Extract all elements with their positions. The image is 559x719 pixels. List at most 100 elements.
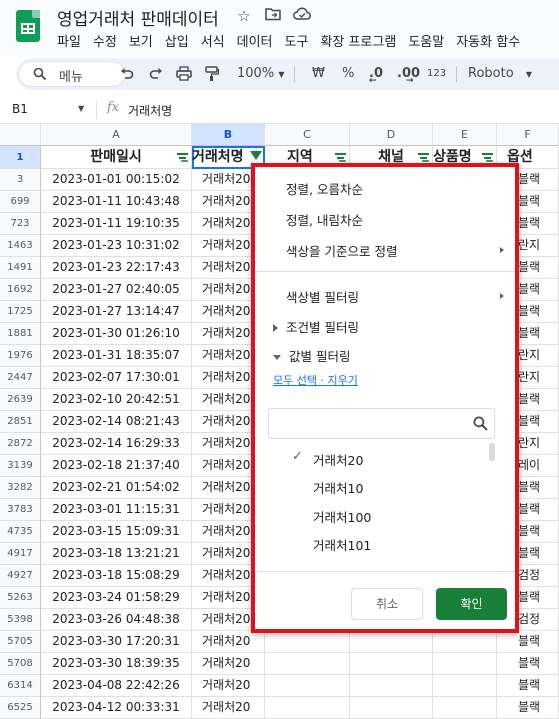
menu-tools[interactable]: 도구 <box>285 31 316 50</box>
column-header-a[interactable]: A <box>41 124 192 146</box>
filter-by-color-item[interactable]: 색상별 필터링 <box>286 287 512 306</box>
cell-product[interactable] <box>433 631 497 653</box>
values-scrollbar[interactable] <box>489 443 495 461</box>
row-header[interactable]: 1881 <box>0 323 41 345</box>
cell-region[interactable] <box>265 631 350 653</box>
row-header[interactable]: 6525 <box>0 697 41 719</box>
menu-view[interactable]: 보기 <box>129 31 160 50</box>
row-header[interactable]: 1491 <box>0 257 41 279</box>
column-header-b[interactable]: B <box>192 124 265 146</box>
cell-date[interactable]: 2023-03-30 17:20:31 <box>41 631 192 653</box>
row-header[interactable]: 723 <box>0 213 41 235</box>
cell-date[interactable]: 2023-01-31 18:35:07 <box>41 345 192 367</box>
menu-search-box[interactable]: 메뉴 <box>18 61 126 87</box>
undo-icon[interactable] <box>120 58 134 90</box>
cell-date[interactable]: 2023-01-27 13:14:47 <box>41 301 192 323</box>
name-box[interactable]: B1 <box>12 102 28 116</box>
menu-help[interactable]: 도움말 <box>408 31 451 50</box>
cell-region[interactable] <box>265 653 350 675</box>
star-icon[interactable]: ☆ <box>235 7 253 25</box>
formula-input[interactable]: 거래처명 <box>128 102 172 119</box>
cloud-status-icon[interactable] <box>293 7 311 25</box>
menu-data[interactable]: 데이터 <box>237 31 280 50</box>
filter-icon[interactable] <box>335 152 346 163</box>
cell-product[interactable] <box>433 675 497 697</box>
column-header-c[interactable]: C <box>265 124 350 146</box>
cell-date[interactable]: 2023-01-23 22:17:43 <box>41 257 192 279</box>
cell-date[interactable]: 2023-01-27 02:40:05 <box>41 279 192 301</box>
cell-client[interactable]: 거래처20 <box>192 675 265 697</box>
cell-client[interactable]: 거래처20 <box>192 653 265 675</box>
cell-date[interactable]: 2023-02-18 21:37:40 <box>41 455 192 477</box>
cell-date[interactable]: 2023-02-14 08:21:43 <box>41 411 192 433</box>
sheets-logo-icon[interactable] <box>16 10 40 42</box>
cell-date[interactable]: 2023-03-30 18:39:35 <box>41 653 192 675</box>
filter-search-input[interactable] <box>268 408 495 439</box>
row-header[interactable]: 3139 <box>0 455 41 477</box>
menu-edit[interactable]: 수정 <box>93 31 124 50</box>
cell-option[interactable]: 블랙 <box>497 653 559 675</box>
cell-date[interactable]: 2023-02-10 20:42:51 <box>41 389 192 411</box>
select-all-link[interactable]: 모두 선택 <box>273 374 317 387</box>
cell-channel[interactable] <box>350 675 433 697</box>
row-header[interactable]: 1976 <box>0 345 41 367</box>
clear-link[interactable]: 지우기 <box>327 374 357 387</box>
row-header[interactable]: 1725 <box>0 301 41 323</box>
move-folder-icon[interactable] <box>264 7 282 25</box>
paint-format-icon[interactable] <box>205 58 220 90</box>
value-option[interactable]: 거래처100 <box>313 507 371 526</box>
cell-channel[interactable] <box>350 631 433 653</box>
cell-date[interactable]: 2023-03-01 11:15:31 <box>41 499 192 521</box>
row-header[interactable]: 3282 <box>0 477 41 499</box>
row-header[interactable]: 2447 <box>0 367 41 389</box>
row-header[interactable]: 5708 <box>0 653 41 675</box>
sort-descending-item[interactable]: 정렬, 내림차순 <box>286 210 363 229</box>
filter-icon[interactable] <box>418 152 429 163</box>
cell-date[interactable]: 2023-04-08 22:42:26 <box>41 675 192 697</box>
cell-date[interactable]: 2023-02-21 01:54:02 <box>41 477 192 499</box>
decrease-decimal-button[interactable]: .0 ← <box>369 58 383 90</box>
value-option[interactable]: 거래처10 <box>313 478 363 497</box>
value-option[interactable]: 거래처101 <box>313 535 371 554</box>
menu-extensions[interactable]: 확장 프로그램 <box>320 31 403 50</box>
column-header-f[interactable]: F <box>497 124 559 146</box>
row-header[interactable]: 1 <box>0 146 41 169</box>
cell-date[interactable]: 2023-01-30 01:26:10 <box>41 323 192 345</box>
cell-date[interactable]: 2023-01-01 00:15:02 <box>41 169 192 191</box>
font-select[interactable]: Roboto ▼ <box>468 58 532 90</box>
menu-format[interactable]: 서식 <box>201 31 232 50</box>
row-header[interactable]: 5398 <box>0 609 41 631</box>
filter-by-values-item[interactable]: 값별 필터링 <box>273 346 350 365</box>
row-header[interactable]: 2639 <box>0 389 41 411</box>
cell-date[interactable]: 2023-03-18 15:08:29 <box>41 565 192 587</box>
increase-decimal-button[interactable]: .00 → <box>397 58 420 90</box>
cell-date[interactable]: 2023-01-23 10:31:02 <box>41 235 192 257</box>
ok-button[interactable]: 확인 <box>436 588 507 620</box>
row-header[interactable]: 3783 <box>0 499 41 521</box>
filter-active-icon[interactable] <box>250 151 262 160</box>
zoom-select[interactable]: 100% ▼ <box>237 58 284 90</box>
row-header[interactable]: 699 <box>0 191 41 213</box>
cell-date[interactable]: 2023-03-24 01:58:29 <box>41 587 192 609</box>
menu-automation[interactable]: 자동화 함수 <box>456 31 527 50</box>
value-option[interactable]: 거래처20 <box>313 450 363 469</box>
menu-insert[interactable]: 삽입 <box>165 31 196 50</box>
percent-format-button[interactable]: % <box>342 58 354 90</box>
header-cell-date[interactable]: 판매일시 <box>41 146 192 169</box>
document-title[interactable]: 영업거래처 판매데이터 <box>57 5 219 30</box>
currency-format-button[interactable]: ₩ <box>312 58 325 90</box>
row-header[interactable]: 6314 <box>0 675 41 697</box>
cell-channel[interactable] <box>350 653 433 675</box>
row-header[interactable]: 5263 <box>0 587 41 609</box>
number-format-button[interactable]: 123 <box>427 58 446 90</box>
cell-date[interactable]: 2023-01-11 10:43:48 <box>41 191 192 213</box>
cell-client[interactable]: 거래처20 <box>192 631 265 653</box>
row-header[interactable]: 3 <box>0 169 41 191</box>
chevron-down-icon[interactable]: ▼ <box>78 104 84 113</box>
row-header[interactable]: 1463 <box>0 235 41 257</box>
filter-icon[interactable] <box>482 152 493 163</box>
cell-option[interactable]: 블랙 <box>497 631 559 653</box>
column-header-e[interactable]: E <box>433 124 497 146</box>
cell-channel[interactable] <box>350 697 433 719</box>
print-icon[interactable] <box>176 58 192 90</box>
